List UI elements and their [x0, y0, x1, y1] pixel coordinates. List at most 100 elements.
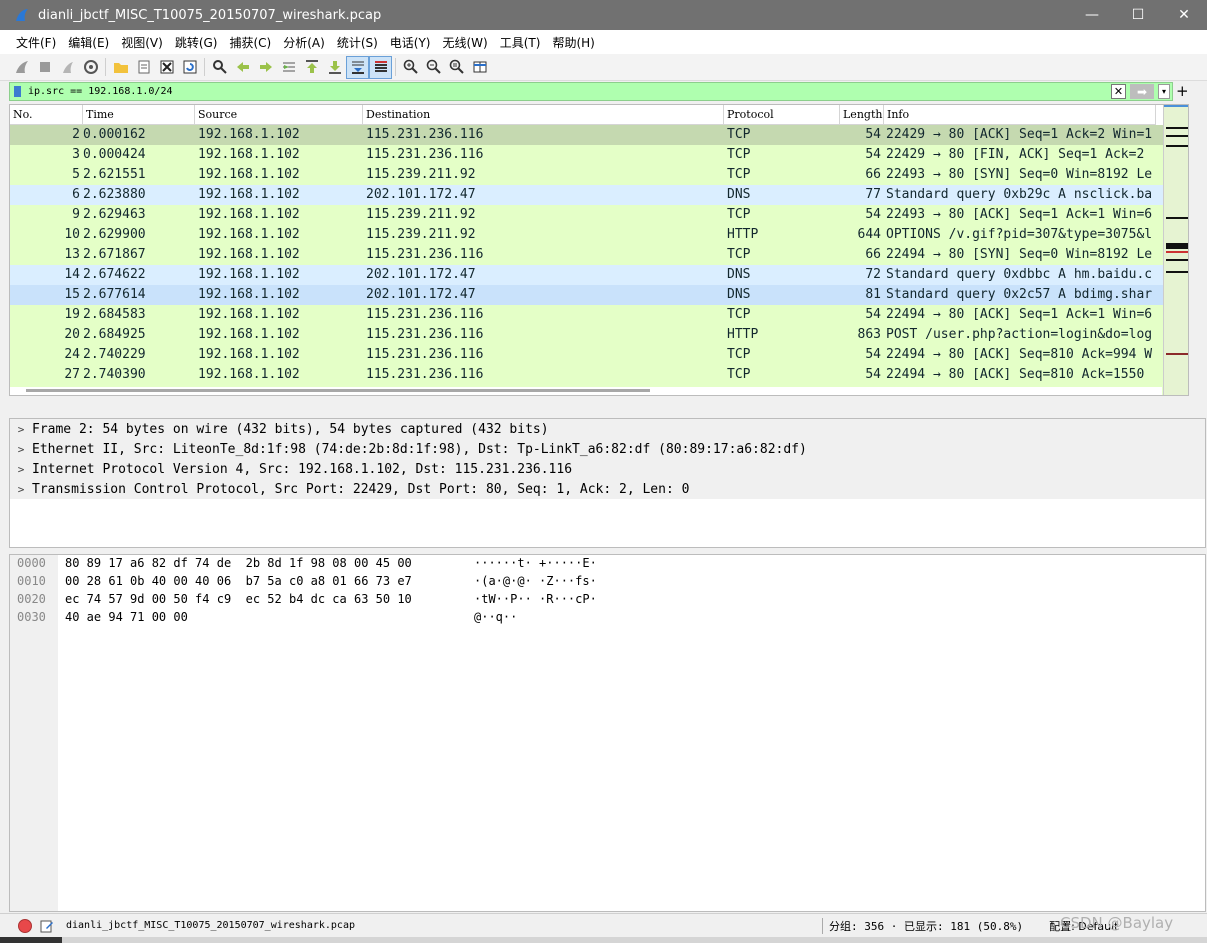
- packet-row[interactable]: 5 2.621551 192.168.1.102 115.239.211.92 TCP 6…: [10, 165, 1188, 185]
- stop-capture-button[interactable]: [33, 56, 56, 79]
- menu-help[interactable]: 帮助(H): [546, 34, 600, 51]
- menu-capture[interactable]: 捕获(C): [223, 34, 277, 51]
- colorize-lines-icon: [374, 61, 387, 72]
- bytes-ascii[interactable]: ·(a·@·@· ·Z···fs·: [474, 574, 597, 588]
- close-file-button[interactable]: [155, 56, 178, 79]
- menu-statistics[interactable]: 统计(S): [331, 34, 384, 51]
- menu-tools[interactable]: 工具(T): [494, 34, 547, 51]
- packet-cell-len: 66: [865, 167, 881, 182]
- packet-row[interactable]: 10 2.629900 192.168.1.102 115.239.211.92 HTT…: [10, 225, 1188, 245]
- packet-cell-no: 20: [64, 327, 80, 342]
- close-button[interactable]: ✕: [1161, 0, 1207, 30]
- details-row-frame[interactable]: > Frame 2: 54 bytes on wire (432 bits), 5…: [10, 419, 1205, 439]
- start-capture-button[interactable]: [10, 56, 33, 79]
- colorize-button[interactable]: [369, 55, 392, 79]
- packet-row[interactable]: 19 2.684583 192.168.1.102 115.231.236.116 TC…: [10, 305, 1188, 325]
- packet-cell-info: OPTIONS /v.gif?pid=307&type=3075&l: [886, 227, 1153, 242]
- resize-columns-button[interactable]: [468, 56, 491, 79]
- minimize-button[interactable]: —: [1069, 0, 1115, 30]
- menu-telephony[interactable]: 电话(Y): [384, 34, 437, 51]
- packet-cell-info: 22494 → 80 [ACK] Seq=810 Ack=1550: [886, 367, 1145, 382]
- column-time[interactable]: Time: [83, 105, 195, 125]
- menu-file[interactable]: 文件(F): [10, 34, 62, 51]
- packet-row[interactable]: 6 2.623880 192.168.1.102 202.101.172.47 DNS 7…: [10, 185, 1188, 205]
- expand-arrow-icon[interactable]: >: [10, 423, 32, 436]
- packet-cell-src: 192.168.1.102: [198, 367, 300, 382]
- filter-clear-button[interactable]: ✕: [1111, 84, 1126, 99]
- packet-cell-info: 22494 → 80 [ACK] Seq=1 Ack=1 Win=6: [886, 307, 1153, 322]
- save-file-button[interactable]: [132, 56, 155, 79]
- packet-list-hscrollbar[interactable]: [10, 387, 1162, 395]
- status-separator: [822, 917, 823, 934]
- column-source[interactable]: Source: [195, 105, 363, 125]
- file-icon: [138, 60, 149, 74]
- last-packet-button[interactable]: [323, 56, 346, 79]
- packet-cell-info: Standard query 0xb29c A nsclick.ba: [886, 187, 1153, 202]
- packet-row[interactable]: 27 2.740390 192.168.1.102 115.231.236.116 TC…: [10, 365, 1188, 385]
- comment-edit-icon[interactable]: [40, 919, 54, 933]
- menu-wireless[interactable]: 无线(W): [437, 34, 494, 51]
- column-destination[interactable]: Destination: [363, 105, 724, 125]
- add-filter-button[interactable]: +: [1176, 82, 1189, 100]
- packet-row[interactable]: 2 0.000162 192.168.1.102 115.231.236.116 TCP…: [10, 125, 1188, 145]
- menu-view[interactable]: 视图(V): [115, 34, 169, 51]
- zoom-out-button[interactable]: [422, 56, 445, 79]
- bytes-hex[interactable]: 80 89 17 a6 82 df 74 de 2b 8d 1f 98 08 0…: [65, 556, 412, 570]
- open-file-button[interactable]: [109, 56, 132, 79]
- reload-file-button[interactable]: [178, 56, 201, 79]
- packet-cell-time: 2.621551: [83, 167, 146, 182]
- column-info[interactable]: Info: [884, 105, 1156, 125]
- bytes-hex[interactable]: 00 28 61 0b 40 00 40 06 b7 5a c0 a8 01 6…: [65, 574, 412, 588]
- display-filter-input[interactable]: ip.src == 192.168.1.0/24: [24, 86, 1111, 97]
- zoom-normal-button[interactable]: [445, 56, 468, 79]
- filter-history-dropdown[interactable]: ▾: [1158, 84, 1170, 99]
- packet-row[interactable]: 24 2.740229 192.168.1.102 115.231.236.116 TC…: [10, 345, 1188, 365]
- menu-edit[interactable]: 编辑(E): [62, 34, 115, 51]
- expert-info-icon[interactable]: [18, 918, 32, 933]
- bytes-ascii[interactable]: ·tW··P·· ·R···cP·: [474, 592, 597, 606]
- packet-minimap[interactable]: [1163, 105, 1188, 395]
- packet-row[interactable]: 15 2.677614 192.168.1.102 202.101.172.47 DNS…: [10, 285, 1188, 305]
- bytes-hex[interactable]: ec 74 57 9d 00 50 f4 c9 ec 52 b4 dc ca 6…: [65, 592, 412, 606]
- expand-arrow-icon[interactable]: >: [10, 463, 32, 476]
- expand-arrow-icon[interactable]: >: [10, 483, 32, 496]
- first-packet-button[interactable]: [300, 56, 323, 79]
- restart-capture-button[interactable]: [56, 56, 79, 79]
- menu-analyze[interactable]: 分析(A): [277, 34, 331, 51]
- details-row-ipv4[interactable]: > Internet Protocol Version 4, Src: 192.1…: [10, 459, 1205, 479]
- zoom-in-button[interactable]: [399, 56, 422, 79]
- packet-cell-time: 2.740229: [83, 347, 146, 362]
- autoscroll-button[interactable]: [346, 55, 369, 79]
- bytes-offset: 0010: [17, 574, 46, 588]
- column-protocol[interactable]: Protocol: [724, 105, 840, 125]
- packet-bytes-pane[interactable]: 0000 80 89 17 a6 82 df 74 de 2b 8d 1f 98 …: [9, 554, 1206, 912]
- packet-row[interactable]: 13 2.671867 192.168.1.102 115.231.236.116 TC…: [10, 245, 1188, 265]
- go-to-packet-button[interactable]: [277, 56, 300, 79]
- column-no[interactable]: No.: [10, 105, 83, 125]
- menu-go[interactable]: 跳转(G): [169, 34, 224, 51]
- find-packet-button[interactable]: [208, 56, 231, 79]
- packet-row[interactable]: 20 2.684925 192.168.1.102 115.231.236.116 HT…: [10, 325, 1188, 345]
- maximize-button[interactable]: ☐: [1115, 0, 1161, 30]
- packet-list[interactable]: No. Time Source Destination Protocol Len…: [9, 104, 1189, 396]
- packet-cell-info: 22493 → 80 [SYN] Seq=0 Win=8192 Le: [886, 167, 1153, 182]
- packet-cell-no: 3: [72, 147, 80, 162]
- hscroll-thumb[interactable]: [26, 389, 650, 392]
- filter-bookmark-icon[interactable]: [10, 83, 24, 100]
- go-back-button[interactable]: [231, 56, 254, 79]
- details-row-ethernet[interactable]: > Ethernet II, Src: LiteonTe_8d:1f:98 (74…: [10, 439, 1205, 459]
- capture-options-button[interactable]: [79, 56, 102, 79]
- bytes-ascii[interactable]: ······t· +·····E·: [474, 556, 597, 570]
- packet-row[interactable]: 9 2.629463 192.168.1.102 115.239.211.92 TCP 5…: [10, 205, 1188, 225]
- packet-cell-no: 19: [64, 307, 80, 322]
- packet-row[interactable]: 14 2.674622 192.168.1.102 202.101.172.47 DNS…: [10, 265, 1188, 285]
- expand-arrow-icon[interactable]: >: [10, 443, 32, 456]
- column-length[interactable]: Length: [840, 105, 884, 125]
- bytes-hex[interactable]: 40 ae 94 71 00 00: [65, 610, 188, 624]
- go-forward-button[interactable]: [254, 56, 277, 79]
- details-row-tcp[interactable]: > Transmission Control Protocol, Src Port…: [10, 479, 1205, 499]
- bytes-ascii[interactable]: @··q··: [474, 610, 517, 624]
- packet-row[interactable]: 3 0.000424 192.168.1.102 115.231.236.116 TCP…: [10, 145, 1188, 165]
- filter-apply-button[interactable]: ➡: [1130, 84, 1154, 99]
- packet-details-pane[interactable]: > Frame 2: 54 bytes on wire (432 bits), 5…: [9, 418, 1206, 548]
